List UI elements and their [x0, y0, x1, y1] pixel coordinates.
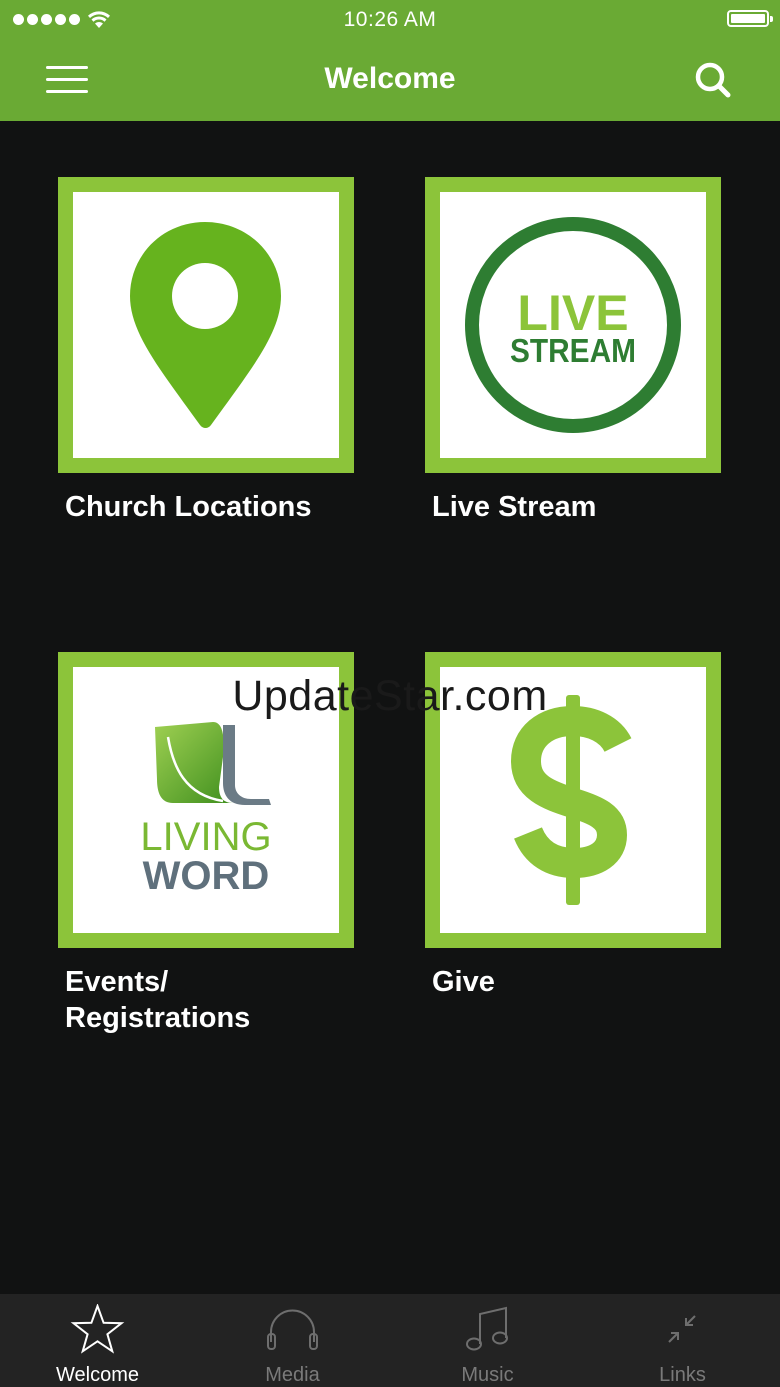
star-icon: [70, 1304, 125, 1354]
tab-label: Links: [659, 1364, 706, 1386]
living-text: LIVING: [140, 815, 271, 859]
tab-music[interactable]: Music: [390, 1294, 585, 1387]
search-icon[interactable]: [692, 60, 734, 100]
headphones-icon: [267, 1309, 318, 1350]
dollar-icon: [510, 695, 632, 905]
hamburger-menu-icon[interactable]: [46, 66, 90, 96]
tab-bar: Welcome Media Music Links: [0, 1294, 780, 1387]
tile-label: Live Stream: [432, 491, 597, 523]
living-word-logo: LIVING WORD: [140, 722, 272, 898]
tab-welcome[interactable]: Welcome: [0, 1294, 195, 1387]
tile-label: Events/ Registrations: [65, 966, 251, 1034]
map-pin-icon: [130, 222, 281, 428]
music-note-icon: [466, 1306, 508, 1351]
status-bar: 10:26 AM: [0, 0, 780, 40]
tab-label: Welcome: [56, 1364, 139, 1386]
tile-label: Church Locations: [65, 491, 312, 523]
collapse-arrows-icon: [668, 1315, 696, 1343]
page-title: Welcome: [324, 62, 456, 95]
tab-label: Music: [461, 1364, 514, 1386]
tab-media[interactable]: Media: [195, 1294, 390, 1387]
word-text: WORD: [143, 854, 270, 898]
tab-links[interactable]: Links: [585, 1294, 780, 1387]
app-header: 10:26 AM Welcome: [0, 0, 780, 121]
tile-label: Give: [432, 966, 495, 998]
live-stream-logo: LIVE STREAM: [465, 217, 681, 433]
battery-icon: [727, 10, 773, 27]
stream-text: STREAM: [510, 332, 636, 369]
status-time: 10:26 AM: [343, 8, 437, 31]
tab-label: Media: [265, 1364, 320, 1386]
